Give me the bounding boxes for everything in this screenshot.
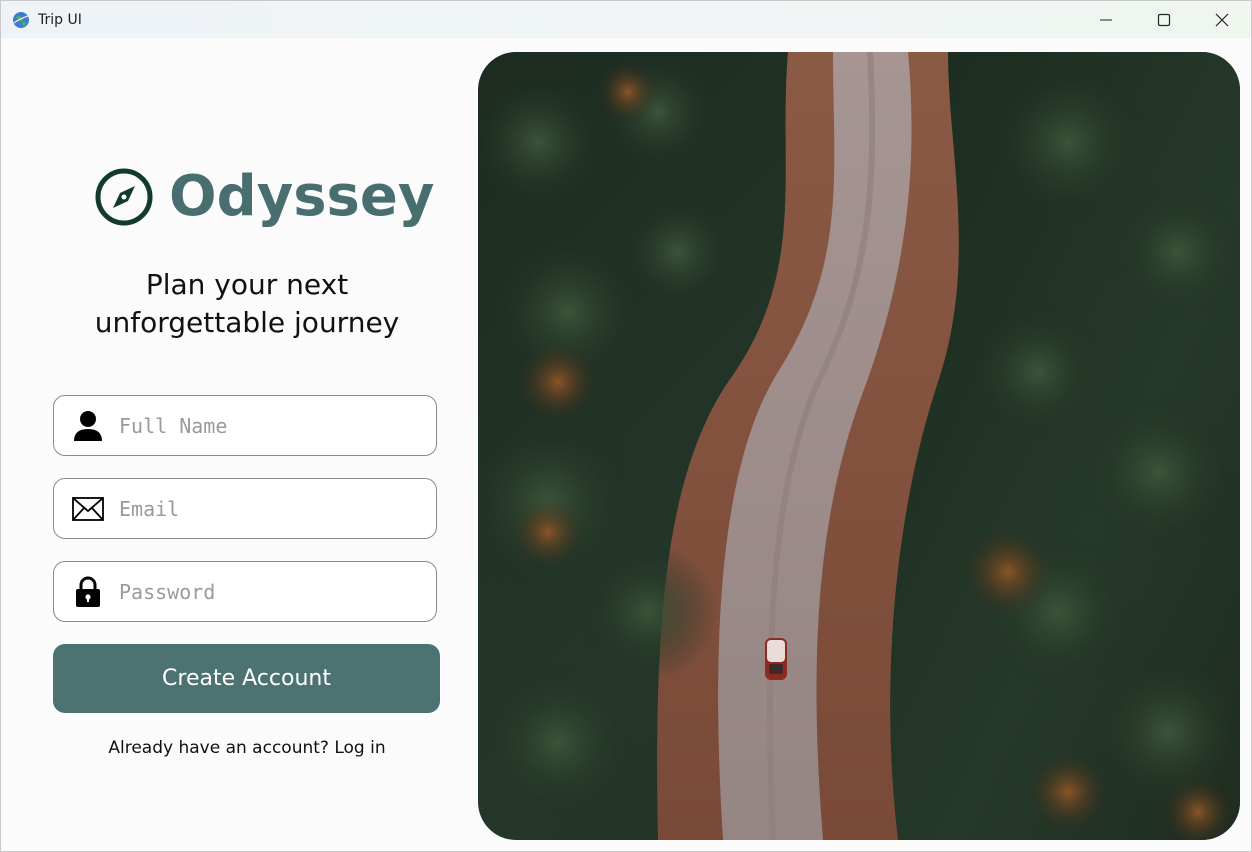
window-controls — [1077, 1, 1251, 38]
window-title: Trip UI — [38, 11, 82, 28]
login-prompt: Already have an account? Log in — [41, 738, 453, 758]
page-tagline: Plan your next unforgettable journey — [41, 266, 453, 342]
password-input[interactable] — [117, 570, 411, 613]
lock-icon — [71, 575, 105, 609]
app-window: Trip UI Odyssey Plan your next unforgett… — [0, 0, 1252, 852]
forest-road-photo — [478, 52, 1240, 840]
car — [765, 638, 787, 680]
create-account-button[interactable]: Create Account — [53, 644, 440, 713]
tagline-line-2: unforgettable journey — [94, 306, 400, 339]
email-field[interactable] — [53, 478, 437, 539]
hero-image — [478, 52, 1240, 840]
full-name-field[interactable] — [53, 395, 437, 456]
tagline-line-1: Plan your next — [145, 268, 349, 301]
full-name-input[interactable] — [117, 404, 411, 447]
maximize-button[interactable] — [1135, 1, 1193, 38]
compass-icon — [95, 168, 153, 226]
login-prompt-text: Already have an account? — [108, 738, 329, 758]
envelope-icon — [71, 492, 105, 526]
title-bar: Trip UI — [1, 1, 1251, 38]
email-input[interactable] — [117, 487, 411, 530]
person-icon — [71, 409, 105, 443]
maximize-icon — [1157, 13, 1171, 26]
close-icon — [1215, 13, 1229, 26]
globe-icon — [13, 11, 29, 28]
close-button[interactable] — [1193, 1, 1251, 38]
login-link[interactable]: Log in — [334, 738, 385, 758]
signup-panel: Odyssey Plan your next unforgettable jou… — [1, 38, 477, 851]
minimize-icon — [1100, 19, 1112, 20]
minimize-button[interactable] — [1077, 1, 1135, 38]
brand-logo: Odyssey — [95, 166, 434, 228]
password-field[interactable] — [53, 561, 437, 622]
brand-name: Odyssey — [169, 164, 435, 229]
